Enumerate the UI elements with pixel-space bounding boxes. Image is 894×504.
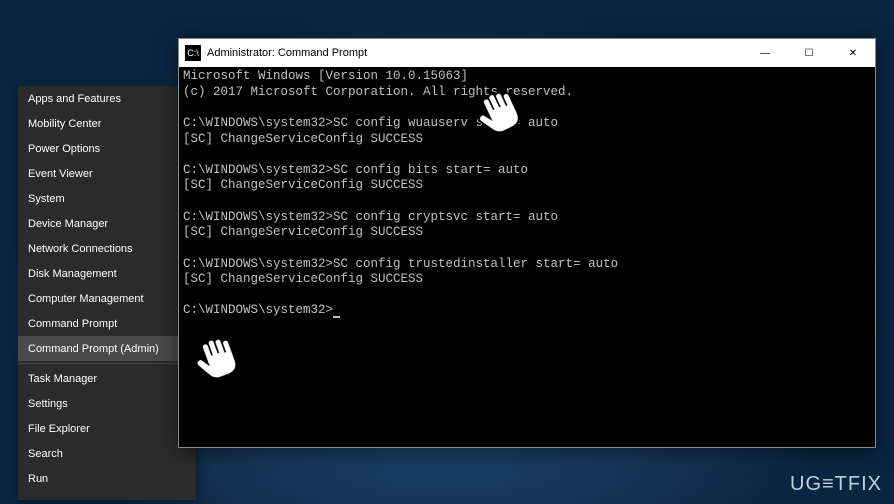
menu-item-event-viewer[interactable]: Event Viewer	[18, 161, 196, 186]
menu-separator	[18, 363, 196, 364]
maximize-button[interactable]: ☐	[787, 39, 831, 67]
winx-context-menu: Apps and FeaturesMobility CenterPower Op…	[18, 86, 196, 500]
watermark: UG≡TFIX	[790, 473, 882, 496]
window-title: Administrator: Command Prompt	[207, 47, 743, 59]
minimize-button[interactable]: —	[743, 39, 787, 67]
terminal-body[interactable]: Microsoft Windows [Version 10.0.15063] (…	[179, 67, 875, 447]
menu-item-file-explorer[interactable]: File Explorer	[18, 416, 196, 441]
command-prompt-window: C:\ Administrator: Command Prompt — ☐ ✕ …	[178, 38, 876, 448]
window-controls: — ☐ ✕	[743, 39, 875, 67]
menu-item-device-manager[interactable]: Device Manager	[18, 211, 196, 236]
terminal-cursor	[333, 316, 340, 318]
menu-item-command-prompt-admin-[interactable]: Command Prompt (Admin)	[18, 336, 196, 361]
menu-item-mobility-center[interactable]: Mobility Center	[18, 111, 196, 136]
menu-item-search[interactable]: Search	[18, 441, 196, 466]
menu-item-task-manager[interactable]: Task Manager	[18, 366, 196, 391]
menu-item-computer-management[interactable]: Computer Management	[18, 286, 196, 311]
menu-item-system[interactable]: System	[18, 186, 196, 211]
menu-item-apps-and-features[interactable]: Apps and Features	[18, 86, 196, 111]
menu-item-disk-management[interactable]: Disk Management	[18, 261, 196, 286]
menu-item-power-options[interactable]: Power Options	[18, 136, 196, 161]
close-button[interactable]: ✕	[831, 39, 875, 67]
menu-item-network-connections[interactable]: Network Connections	[18, 236, 196, 261]
window-titlebar[interactable]: C:\ Administrator: Command Prompt — ☐ ✕	[179, 39, 875, 67]
menu-item-settings[interactable]: Settings	[18, 391, 196, 416]
menu-item-command-prompt[interactable]: Command Prompt	[18, 311, 196, 336]
menu-item-run[interactable]: Run	[18, 466, 196, 491]
cmd-icon: C:\	[185, 45, 201, 61]
